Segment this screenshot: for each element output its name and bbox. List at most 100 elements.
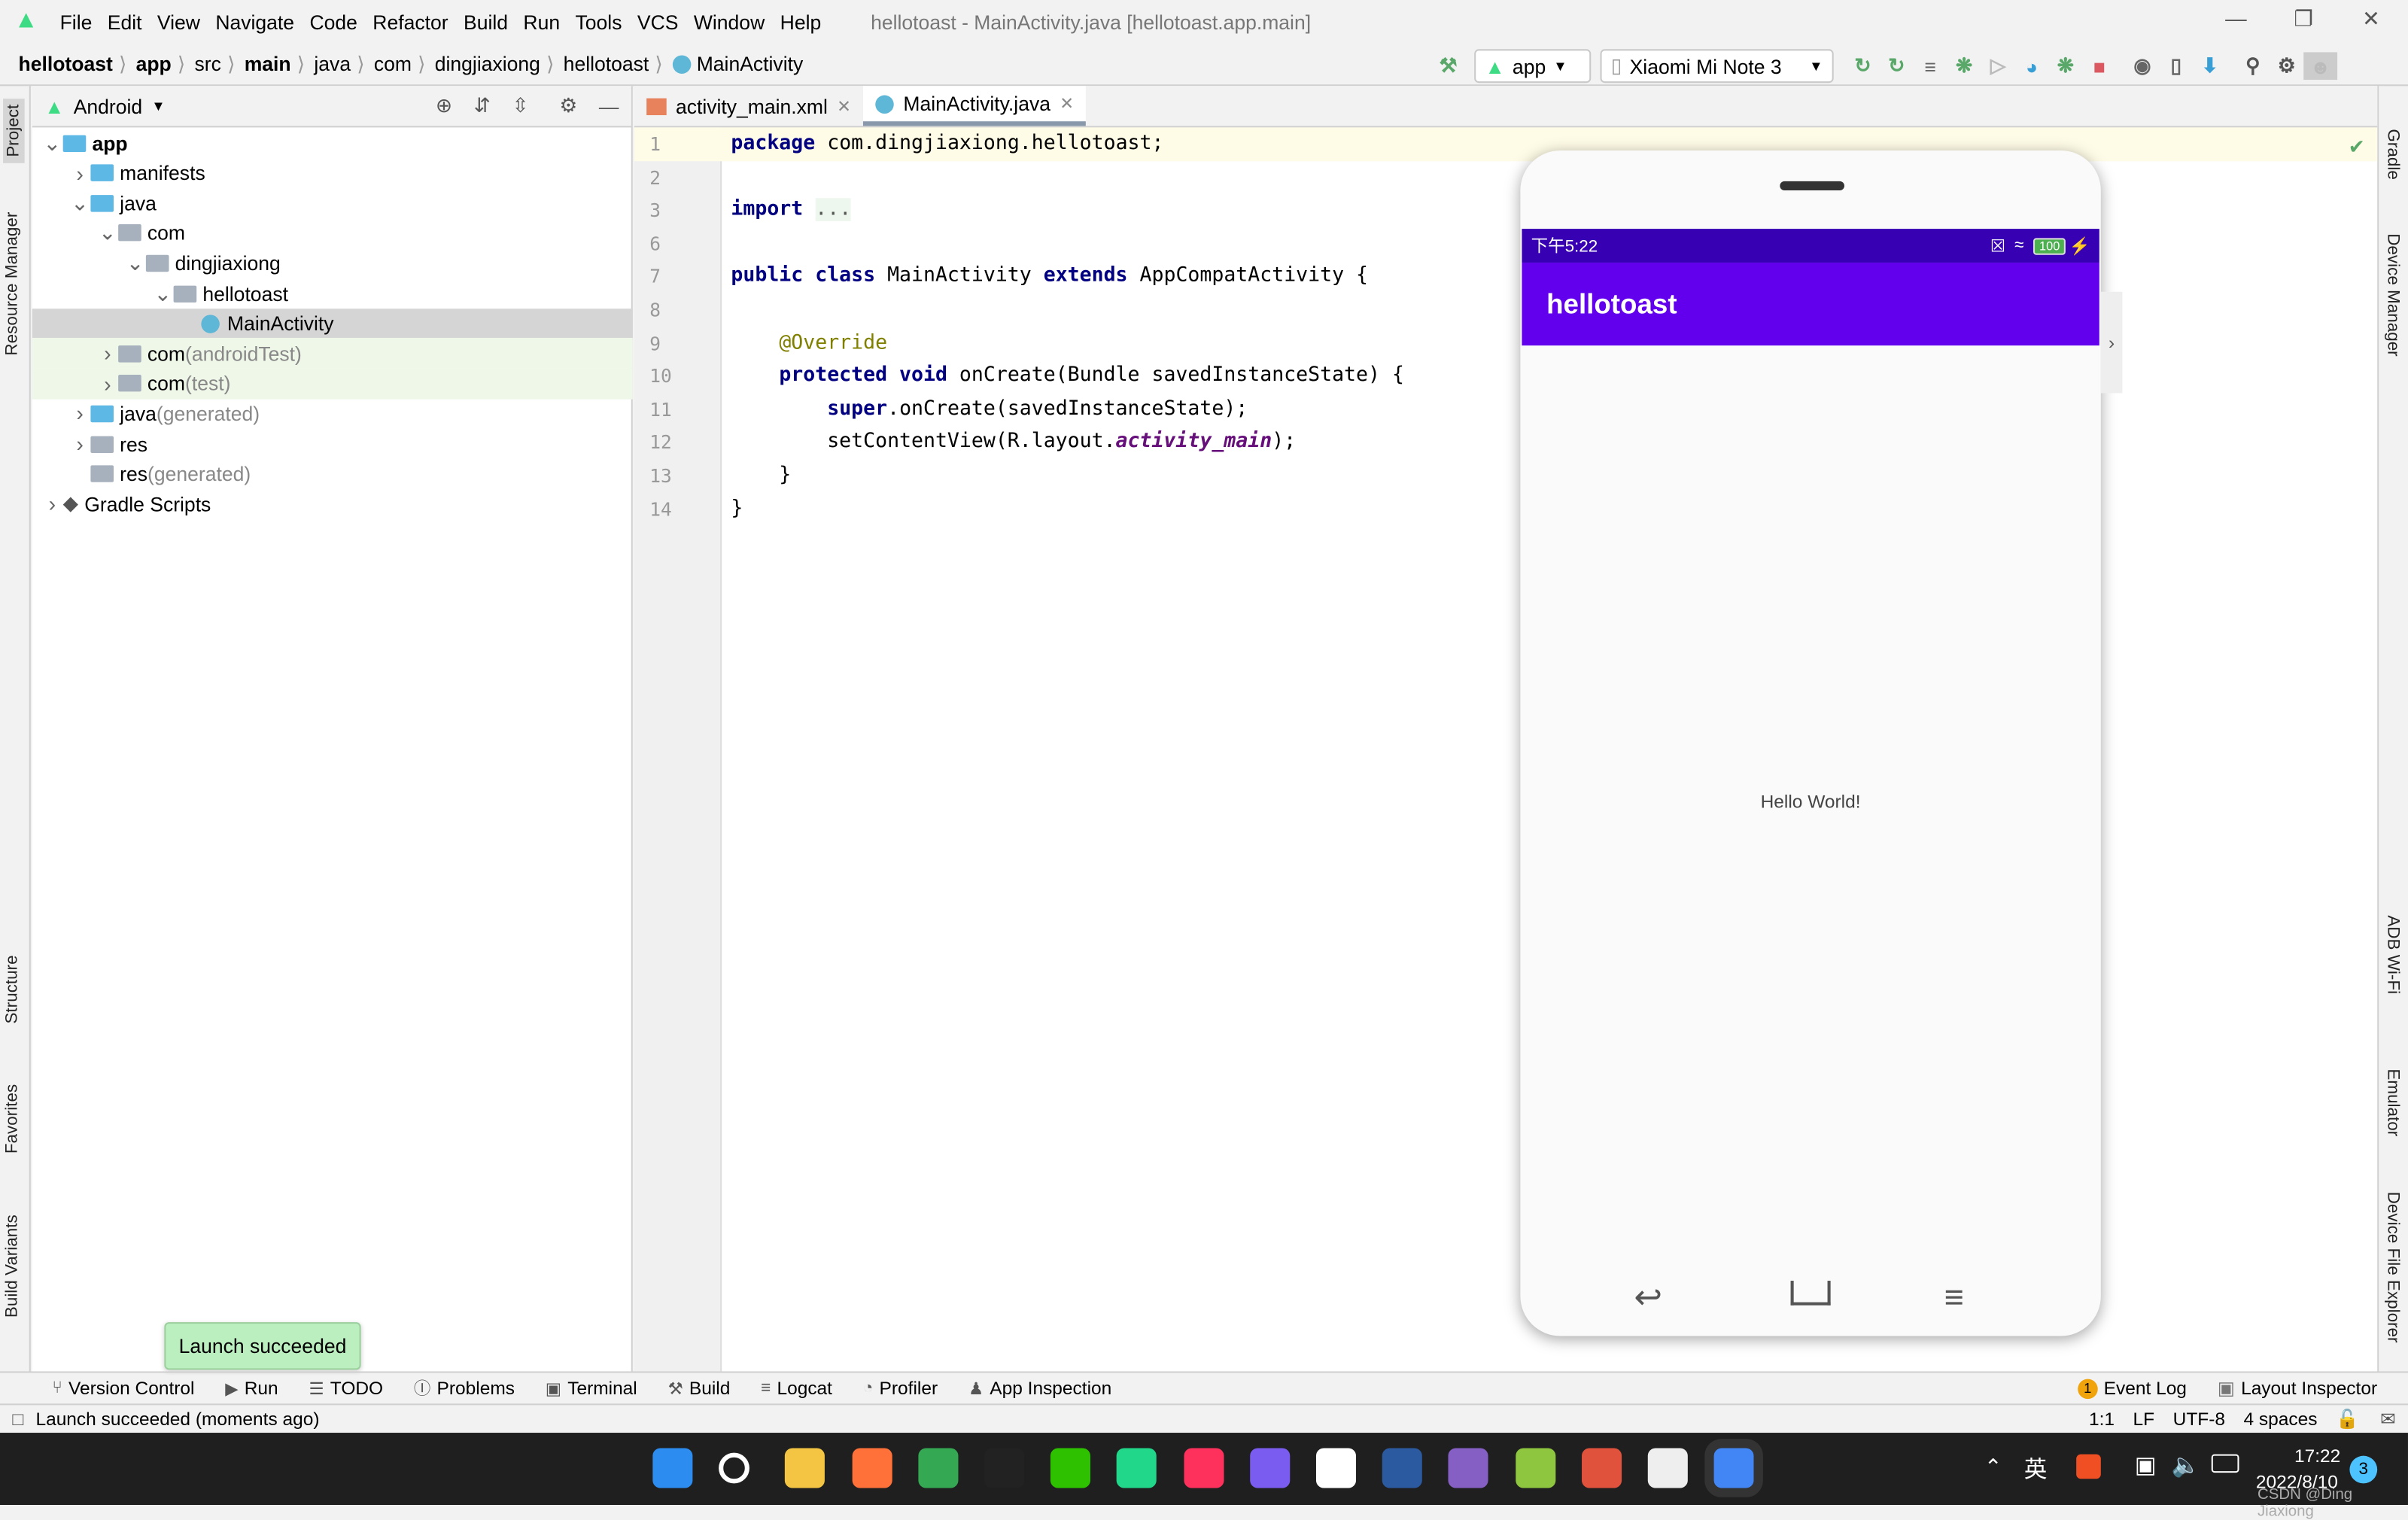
network-icon[interactable]: ▣ [2135, 1452, 2157, 1479]
tool-logcat-button[interactable]: ≡ Logcat [761, 1376, 832, 1401]
code-line[interactable]: 13 } [634, 459, 2377, 493]
debug-icon[interactable]: ❋ [1947, 52, 1981, 80]
tab-gradle[interactable]: Gradle [2383, 129, 2401, 179]
breadcrumb-item[interactable]: MainActivity [697, 52, 804, 75]
menu-refactor[interactable]: Refactor [365, 10, 456, 33]
apply-code-changes-icon[interactable]: ↻ [1880, 52, 1914, 80]
notifications-icon[interactable]: ✉ [2380, 1408, 2396, 1430]
sogou-icon[interactable] [2076, 1454, 2101, 1479]
code-line[interactable]: 6 [634, 227, 2377, 261]
intellij-icon[interactable] [1183, 1448, 1224, 1488]
qq-icon[interactable] [984, 1448, 1025, 1488]
close-tab-icon[interactable]: ✕ [1060, 93, 1074, 114]
breadcrumb-item[interactable]: hellotoast [18, 52, 112, 75]
build-hammer-icon[interactable]: ⚒ [1431, 52, 1465, 80]
tool-version-control-button[interactable]: ⑂ Version Control [52, 1376, 194, 1401]
code-line[interactable]: 11 super.onCreate(savedInstanceState); [634, 393, 2377, 427]
tab-project[interactable]: Project [3, 98, 25, 163]
code-line[interactable]: 3 import ... [634, 194, 2377, 228]
windows-start-icon[interactable] [652, 1448, 693, 1488]
layout-inspector-button[interactable]: ▣ Layout Inspector [2218, 1378, 2377, 1400]
account-icon[interactable]: ☻ [2303, 52, 2338, 81]
menu-file[interactable]: File [52, 10, 99, 33]
notepad-icon[interactable] [1515, 1448, 1555, 1488]
breadcrumb-item[interactable]: main [245, 52, 291, 75]
expand-all-icon[interactable]: ⇵ [474, 93, 491, 118]
tree-item-com-test[interactable]: › com (test) [32, 368, 633, 400]
app-w-icon[interactable] [1315, 1448, 1357, 1488]
lock-icon[interactable]: 🔓 [2336, 1408, 2359, 1430]
breadcrumb-item[interactable]: com [374, 52, 412, 75]
menu-window[interactable]: Window [686, 10, 773, 33]
tab-device-file-explorer[interactable]: Device File Explorer [2383, 1192, 2401, 1343]
code-line[interactable]: 7 public class MainActivity extends AppCo… [634, 260, 2377, 294]
tab-activity-main-xml[interactable]: activity_main.xml ✕ [634, 86, 863, 126]
code-line[interactable]: 2 [634, 160, 2377, 194]
menu-nav-icon[interactable]: ≡ [1944, 1278, 1964, 1318]
chevron-down-icon[interactable]: ⌄ [69, 190, 91, 216]
pycharm-icon[interactable] [1117, 1448, 1157, 1488]
tab-resource-manager[interactable]: Resource Manager [3, 212, 21, 356]
maximize-button[interactable]: ❐ [2288, 6, 2319, 32]
chevron-down-icon[interactable]: ⌄ [97, 220, 119, 246]
stop-icon[interactable]: ■ [2082, 52, 2116, 80]
chevron-right-icon[interactable]: › [69, 160, 91, 185]
tool-build-button[interactable]: ⚒ Build [668, 1376, 731, 1401]
tool-run-button[interactable]: ▶ Run [225, 1376, 278, 1401]
tab-build-variants[interactable]: Build Variants [3, 1214, 21, 1318]
device-manager-icon[interactable]: ▯ [2159, 52, 2193, 80]
breadcrumb-item[interactable]: src [195, 52, 221, 75]
chevron-right-icon[interactable]: › [69, 431, 91, 456]
menu-tools[interactable]: Tools [567, 10, 629, 33]
visual-studio-icon[interactable] [1449, 1448, 1489, 1488]
tree-item-com[interactable]: ⌄ com [32, 217, 633, 248]
tool-todo-button[interactable]: ☰ TODO [309, 1376, 383, 1401]
emulator-side-toolbar-toggle[interactable]: › [2100, 291, 2123, 394]
chevron-down-icon[interactable]: ⌄ [41, 129, 63, 156]
menu-navigate[interactable]: Navigate [208, 10, 302, 33]
search-icon[interactable]: ⚲ [2236, 52, 2270, 80]
code-line[interactable]: 14} [634, 492, 2377, 526]
chevron-up-icon[interactable]: ⌃ [1984, 1455, 2002, 1481]
menu-edit[interactable]: Edit [100, 10, 150, 33]
close-tab-icon[interactable]: ✕ [837, 96, 851, 116]
tab-mainactivity-java[interactable]: MainActivity.java ✕ [863, 86, 1087, 126]
device-select[interactable]: ▯ Xiaomi Mi Note 3 ▼ [1600, 49, 1834, 84]
tree-item-java-generated[interactable]: › java (generated) [32, 398, 633, 429]
close-button[interactable]: ✕ [2356, 6, 2387, 32]
chrome-icon[interactable] [917, 1448, 959, 1488]
run-coverage-icon[interactable]: ▷ [1981, 52, 2015, 80]
breadcrumb-item[interactable]: app [136, 52, 172, 75]
tab-structure[interactable]: Structure [3, 955, 21, 1023]
chevron-right-icon[interactable]: › [69, 401, 91, 426]
volume-icon[interactable]: 🔈 [2172, 1452, 2200, 1479]
file-encoding[interactable]: UTF-8 [2173, 1408, 2225, 1430]
chevron-right-icon[interactable]: › [97, 371, 119, 396]
tree-item-manifests[interactable]: › manifests [32, 157, 633, 188]
breadcrumb-item[interactable]: dingjiaxiong [435, 52, 540, 75]
apply-changes-restart-icon[interactable]: ↻ [1846, 52, 1880, 80]
emulator-device[interactable]: 下午5:22 ☒ ≈ 100 ⚡ hellotoast Hello World!… [1520, 150, 2101, 1336]
tree-item-com-androidtest[interactable]: › com (androidTest) [32, 338, 633, 369]
back-nav-icon[interactable]: ↩ [1634, 1278, 1662, 1318]
android-studio-icon[interactable] [1704, 1439, 1764, 1497]
gear-icon[interactable]: ⚙ [560, 93, 578, 118]
status-message[interactable]: Launch succeeded (moments ago) [35, 1408, 319, 1430]
locate-icon[interactable]: ⊕ [436, 93, 452, 118]
typora-icon[interactable] [1647, 1448, 1688, 1488]
tab-favorites[interactable]: Favorites [3, 1084, 21, 1154]
tree-item-gradle-scripts[interactable]: › ◆ Gradle Scripts [32, 488, 633, 519]
tree-item-java[interactable]: ⌄ java [32, 187, 633, 218]
code-line[interactable]: 1 package com.dingjiaxiong.hellotoast; [634, 127, 2378, 162]
toggle-tool-windows-icon[interactable]: □ [12, 1408, 23, 1430]
goland-icon[interactable] [1249, 1448, 1290, 1488]
tree-item-hellotoast[interactable]: ⌄ hellotoast [32, 278, 633, 309]
tree-item-res[interactable]: › res [32, 428, 633, 459]
hide-icon[interactable]: — [599, 95, 619, 118]
tab-adb-wifi[interactable]: ADB Wi-Fi [2383, 915, 2401, 994]
tool-app-inspection-button[interactable]: ♟ App Inspection [968, 1376, 1111, 1401]
sdk-manager-icon[interactable]: ⬇ [2193, 52, 2227, 80]
tab-device-manager[interactable]: Device Manager [2383, 233, 2401, 356]
menu-view[interactable]: View [150, 10, 208, 33]
file-explorer-icon[interactable] [785, 1448, 825, 1488]
